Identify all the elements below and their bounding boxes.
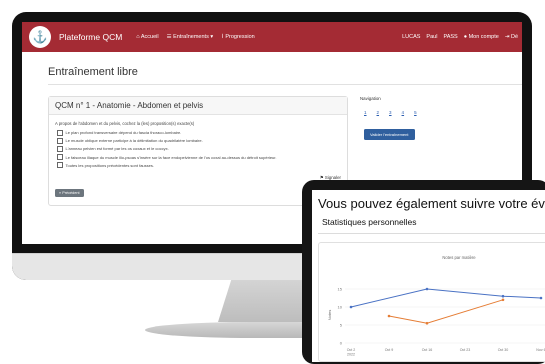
nav-home-label: Accueil [140, 34, 159, 40]
divider [48, 84, 522, 85]
chart-icon: ⌇ [221, 34, 224, 40]
y-tick-label: 10 [338, 304, 343, 309]
choice-1[interactable]: Le plan profond transversaire dépend du … [57, 130, 347, 136]
x-axis-ticks: Oct 2 2022 Oct 9 Oct 16 Oct 23 Oct 30 Nov 6 [347, 348, 545, 357]
checkbox[interactable] [57, 154, 63, 160]
navigation-panel: Navigation 1 2 3 4 5 Valider l'entraînem… [360, 96, 522, 156]
page-link-5[interactable]: 5 [414, 110, 417, 115]
data-point [501, 298, 505, 302]
nav-home[interactable]: ⌂ Accueil [136, 34, 158, 40]
user-last-name: Paul [426, 34, 438, 40]
data-point [349, 305, 353, 309]
data-point [425, 287, 429, 291]
page-link-3[interactable]: 3 [389, 110, 392, 115]
x-tick-label: Nov 6 [536, 348, 545, 352]
previous-button[interactable]: « Précédent [55, 189, 84, 197]
choice-label: Le faisceau iliaque du muscle ilio-psoas… [65, 154, 277, 160]
checkbox[interactable] [57, 130, 63, 136]
chevron-down-icon: ▾ [210, 34, 214, 40]
nav-trainings-label: Entraînements [173, 34, 209, 40]
x-tick-label: Oct 9 [385, 348, 394, 352]
stats-title: Statistiques personnelles [322, 217, 417, 227]
line-chart: Notes par matière Notes 0 5 10 15 Oct 2 2022… [327, 255, 545, 357]
choice-4[interactable]: Le faisceau iliaque du muscle ilio-psoas… [57, 154, 347, 160]
nav-user-area: LUCAS Paul PASS ● Mon compte ⇥ Dé [402, 34, 518, 40]
data-point [501, 294, 505, 298]
y-axis-label: Notes [327, 310, 332, 320]
anchor-logo-icon[interactable]: ⚓ [29, 26, 51, 48]
y-axis-ticks: 0 5 10 15 [338, 286, 343, 345]
choice-label: Toutes les propositions précédentes sont… [65, 162, 155, 168]
x-tick-label: Oct 30 [498, 348, 509, 352]
x-tick-label: Oct 2 2022 [347, 348, 356, 357]
y-tick-label: 5 [340, 322, 343, 327]
chart-series [349, 287, 543, 325]
nav-trainings[interactable]: ☰ Entraînements ▾ [167, 34, 214, 40]
tablet: Vous pouvez également suivre votre évolu… [302, 180, 545, 364]
chart-title: Notes par matière [442, 255, 476, 260]
qcm-header: QCM n° 1 - Anatomie - Abdomen et pelvis [49, 97, 347, 115]
divider [318, 233, 545, 234]
question-pager: 1 2 3 4 5 [364, 110, 522, 115]
checkbox[interactable] [57, 138, 63, 144]
page-title: Entraînement libre [48, 66, 138, 78]
user-first-name: LUCAS [402, 34, 421, 40]
checkbox[interactable] [57, 146, 63, 152]
logout-icon: ⇥ [504, 34, 510, 40]
qcm-question: A propos de l'abdomen et du pelvis, coch… [55, 121, 195, 126]
tablet-screen: Vous pouvez également suivre votre évolu… [312, 190, 545, 362]
previous-label: Précédent [62, 191, 80, 195]
nav-account[interactable]: ● Mon compte [464, 34, 499, 40]
x-tick-label: Oct 23 [460, 348, 471, 352]
page-link-4[interactable]: 4 [402, 110, 405, 115]
y-tick-label: 0 [340, 340, 343, 345]
nav-logout-label: Dé [510, 34, 518, 40]
page-link-1[interactable]: 1 [364, 110, 367, 115]
series-line-1 [350, 288, 542, 308]
nav-progression-label: Progression [225, 34, 255, 40]
x-tick-label: Oct 16 [422, 348, 433, 352]
double-chevron-left-icon: « [59, 191, 62, 195]
top-navbar: ⚓ Plateforme QCM ⌂ Accueil ☰ Entraînemen… [22, 22, 522, 52]
choice-label: Le muscle oblique externe participe à la… [65, 138, 203, 144]
choice-label: L'anneau pelvien est formé par les os co… [65, 146, 169, 152]
checkbox[interactable] [57, 162, 63, 168]
user-icon: ● [463, 34, 468, 40]
data-point [539, 296, 543, 300]
chart-card: Notes par matière Notes 0 5 10 15 Oct 2 2022… [318, 242, 545, 362]
choice-5[interactable]: Toutes les propositions précédentes sont… [57, 162, 347, 168]
validate-training-button[interactable]: Valider l'entraînement [364, 129, 415, 140]
page-link-2[interactable]: 2 [377, 110, 380, 115]
data-point [387, 314, 391, 318]
nav-account-label: Mon compte [468, 34, 499, 40]
series-line-2 [388, 299, 504, 324]
brand-name[interactable]: Plateforme QCM [59, 32, 122, 42]
user-group: PASS [443, 34, 458, 40]
nav-progression[interactable]: ⌇ Progression [221, 34, 255, 40]
choice-3[interactable]: L'anneau pelvien est formé par les os co… [57, 146, 347, 152]
home-icon: ⌂ [136, 34, 140, 40]
list-icon: ☰ [166, 34, 172, 40]
navigation-label: Navigation [360, 96, 381, 101]
data-point [425, 321, 429, 325]
tablet-title: Vous pouvez également suivre votre évolu… [318, 196, 545, 211]
nav-logout[interactable]: ⇥ Dé [505, 34, 518, 40]
choice-label: Le plan profond transversaire dépend du … [65, 130, 182, 136]
y-tick-label: 15 [338, 286, 343, 291]
choice-2[interactable]: Le muscle oblique externe participe à la… [57, 138, 347, 144]
